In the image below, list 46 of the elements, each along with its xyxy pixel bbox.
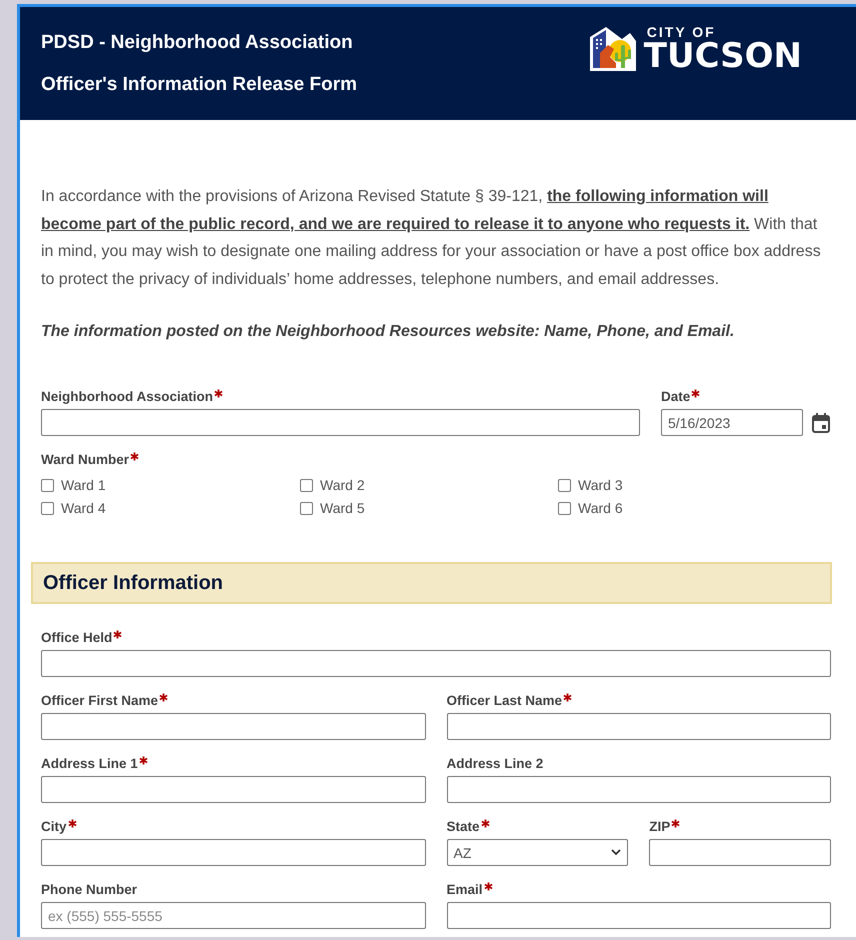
checkbox[interactable] — [300, 502, 313, 514]
text-input-field[interactable] — [649, 839, 831, 866]
field-label: State — [446, 818, 480, 836]
chevron-down-icon — [611, 849, 622, 856]
checkbox-label: Ward 5 — [320, 500, 365, 516]
text-input-field[interactable] — [41, 839, 426, 866]
checkbox-label: Ward 1 — [61, 477, 106, 493]
text-input-field[interactable] — [446, 713, 831, 740]
text-input-field[interactable] — [41, 776, 426, 803]
field-label: Officer First Name — [41, 692, 158, 710]
field-label: Officer Last Name — [446, 692, 562, 710]
logo-wordmark: TUCSON — [644, 40, 802, 72]
website-info-note: The information posted on the Neighborhood Resources website: Name, Phone, and Email. — [41, 322, 736, 342]
checkbox-label: Ward 3 — [578, 477, 623, 493]
checkbox[interactable] — [300, 478, 313, 492]
text-input-field[interactable] — [41, 713, 426, 740]
checkbox-label: Ward 2 — [320, 477, 365, 493]
text-input-field[interactable] — [41, 409, 640, 436]
section-header: Officer Information — [31, 562, 832, 604]
text-input-field[interactable]: ex (555) 555-5555 — [41, 902, 426, 929]
checkbox-label: Ward 4 — [61, 500, 106, 516]
checkbox[interactable] — [558, 478, 571, 492]
checkbox-label: Ward 6 — [578, 500, 623, 516]
field-label: Address Line 2 — [446, 755, 544, 773]
field-label: Email — [446, 881, 483, 899]
form-title: Officer's Information Release Form — [41, 73, 357, 96]
state-dropdown[interactable]: AZ — [446, 839, 628, 866]
form-title: PDSD - Neighborhood Association — [41, 31, 354, 54]
date-input-field[interactable]: 5/16/2023 — [661, 409, 803, 436]
field-label: Address Line 1 — [41, 755, 138, 773]
checkbox[interactable] — [558, 502, 571, 514]
field-label: Phone Number — [41, 881, 138, 899]
text-input-field[interactable] — [446, 902, 831, 929]
checkbox[interactable] — [41, 478, 54, 492]
field-label: City — [41, 818, 67, 836]
field-label: ZIP — [649, 818, 670, 836]
text-input-field[interactable] — [41, 650, 831, 677]
text-input-field[interactable] — [446, 776, 831, 803]
field-label: Ward Number — [41, 451, 130, 469]
field-label: Date — [661, 388, 690, 406]
logo-text: CITY OF — [646, 24, 716, 40]
checkbox[interactable] — [41, 502, 54, 514]
field-label: Office Held — [41, 629, 112, 647]
calendar-icon[interactable] — [812, 412, 830, 432]
field-label: Neighborhood Association — [41, 388, 213, 406]
intro-paragraph: In accordance with the provisions of Arizona Revised Statute § 39-121, the following information will become part of the public record, and we are required to release it to anyone who requests it. With that in mind, you may wish to designate one mailing address for your association or have a post office box address to protect the privacy of individuals’ home addresses, telephone numbers, and email addresses. — [41, 187, 822, 290]
